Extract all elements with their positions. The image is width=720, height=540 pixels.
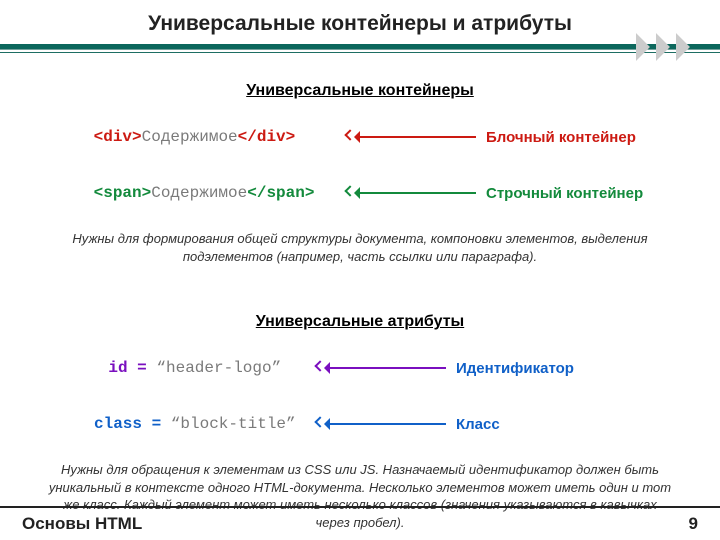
- attr-name: id =: [108, 359, 156, 377]
- slide-content: Универсальные контейнеры <div>Содержимое…: [0, 82, 720, 531]
- section1-heading: Универсальные контейнеры: [36, 82, 684, 100]
- example-span-row: <span>Содержимое</span> Строчный контейн…: [36, 166, 684, 220]
- code-div: <div>Содержимое</div>: [36, 110, 356, 164]
- section1-note: Нужны для формирования общей структуры д…: [48, 230, 672, 265]
- attr-name: class =: [94, 415, 171, 433]
- tag-close: </div>: [238, 128, 296, 146]
- arrow-left-icon: [326, 423, 446, 425]
- section2-heading: Универсальные атрибуты: [36, 313, 684, 331]
- tag-open: <span>: [94, 184, 152, 202]
- attr-val: “block-title”: [171, 415, 296, 433]
- footer-text: Основы HTML: [22, 514, 142, 534]
- slide-title: Универсальные контейнеры и атрибуты: [0, 12, 720, 36]
- page-number: 9: [689, 514, 698, 534]
- tag-open: <div>: [94, 128, 142, 146]
- arrow-left-icon: [356, 136, 476, 138]
- code-class: class = “block-title”: [36, 397, 296, 451]
- decorative-rule: [0, 44, 720, 72]
- label-id: Идентификатор: [456, 360, 574, 377]
- label-class: Класс: [456, 416, 500, 433]
- code-content: Содержимое: [142, 128, 238, 146]
- tag-close: </span>: [247, 184, 314, 202]
- slide-title-bar: Универсальные контейнеры и атрибуты: [0, 0, 720, 36]
- chevron-decoration: [634, 32, 694, 62]
- arrow-left-icon: [356, 192, 476, 194]
- example-id-row: id = “header-logo” Идентификатор: [36, 341, 684, 395]
- code-content: Содержимое: [151, 184, 247, 202]
- attr-val: “header-logo”: [156, 359, 281, 377]
- example-div-row: <div>Содержимое</div> Блочный контейнер: [36, 110, 684, 164]
- slide-footer: Основы HTML 9: [0, 506, 720, 540]
- code-id: id = “header-logo”: [36, 341, 296, 395]
- label-inline: Строчный контейнер: [486, 185, 643, 202]
- example-class-row: class = “block-title” Класс: [36, 397, 684, 451]
- arrow-left-icon: [326, 367, 446, 369]
- code-span: <span>Содержимое</span>: [36, 166, 356, 220]
- label-block: Блочный контейнер: [486, 129, 636, 146]
